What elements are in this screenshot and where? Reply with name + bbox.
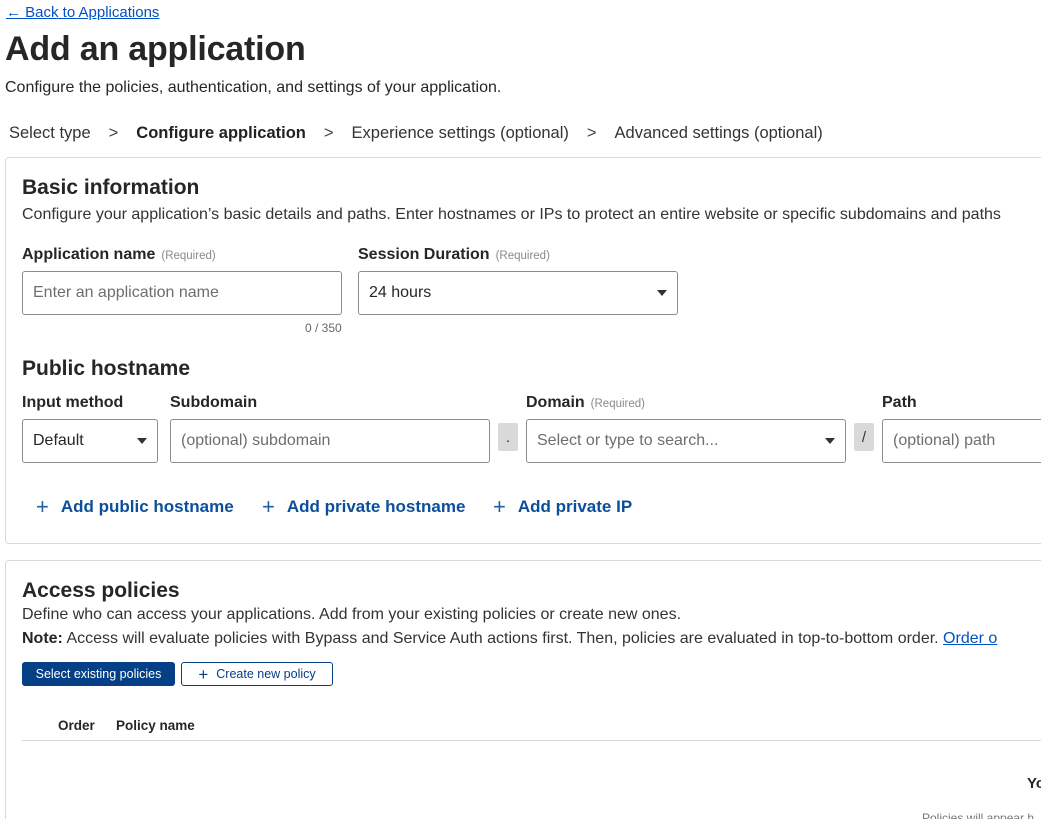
application-name-input[interactable] (22, 271, 342, 315)
required-tag: (Required) (590, 398, 645, 410)
add-public-hostname-button[interactable]: + Add public hostname (36, 496, 234, 518)
session-duration-label: Session Duration (Required) (358, 246, 550, 264)
page-title: Add an application (5, 30, 306, 68)
session-duration-value: 24 hours (369, 284, 432, 301)
page-subtitle: Configure the policies, authentication, … (5, 79, 502, 96)
step-separator: > (586, 124, 597, 142)
add-public-hostname-label: Add public hostname (60, 497, 234, 516)
add-private-hostname-label: Add private hostname (286, 497, 466, 516)
empty-state-subtitle: Policies will appear h (922, 811, 1035, 819)
note-label: Note: (22, 630, 63, 647)
step-separator: > (323, 124, 334, 142)
slash-separator: / (854, 423, 874, 451)
dot-separator: . (498, 423, 518, 451)
application-name-char-counter: 0 / 350 (305, 321, 342, 335)
access-policies-note: Note: Access will evaluate policies with… (22, 630, 997, 648)
input-method-label: Input method (22, 394, 124, 411)
table-header-divider (22, 740, 1041, 741)
required-tag: (Required) (161, 250, 216, 262)
basic-information-card: Basic information Configure your applica… (5, 157, 1041, 544)
access-policies-description: Define who can access your applications.… (22, 606, 682, 623)
note-text: Access will evaluate policies with Bypas… (62, 630, 944, 647)
add-private-hostname-button[interactable]: + Add private hostname (262, 496, 465, 518)
basic-information-description: Configure your application’s basic detai… (22, 206, 1001, 223)
plus-icon: + (493, 494, 506, 519)
input-method-select[interactable]: Default (22, 419, 158, 463)
domain-label-text: Domain (526, 394, 585, 411)
subdomain-label: Subdomain (170, 394, 258, 411)
order-link[interactable]: Order o (943, 630, 997, 647)
plus-icon: + (36, 494, 49, 519)
step-configure-application[interactable]: Configure application (136, 124, 306, 143)
back-to-applications-link[interactable]: ← Back to Applications (6, 4, 159, 21)
domain-label: Domain (Required) (526, 394, 645, 412)
step-advanced-settings[interactable]: Advanced settings (optional) (615, 124, 823, 143)
access-policies-title: Access policies (22, 579, 180, 602)
chevron-down-icon (657, 290, 667, 296)
add-private-ip-label: Add private IP (517, 497, 633, 516)
plus-icon: + (262, 494, 275, 519)
session-duration-select[interactable]: 24 hours (358, 271, 678, 315)
column-header-policy-name[interactable]: Policy name (116, 718, 195, 733)
column-header-order[interactable]: Order (58, 718, 95, 733)
basic-information-title: Basic information (22, 176, 200, 199)
create-new-policy-label: Create new policy (216, 667, 316, 681)
chevron-down-icon (825, 438, 835, 444)
required-tag: (Required) (495, 250, 550, 262)
application-name-label: Application name (Required) (22, 246, 216, 264)
empty-state-title: Yo (1027, 775, 1041, 792)
plus-icon: + (198, 664, 209, 684)
path-label: Path (882, 394, 917, 411)
domain-placeholder: Select or type to search... (537, 432, 719, 449)
step-separator: > (108, 124, 119, 142)
domain-select[interactable]: Select or type to search... (526, 419, 846, 463)
step-experience-settings[interactable]: Experience settings (optional) (352, 124, 569, 143)
wizard-stepper: Select type > Configure application > Ex… (9, 124, 823, 143)
path-input[interactable] (882, 419, 1041, 463)
create-new-policy-button[interactable]: + Create new policy (181, 662, 333, 686)
add-private-ip-button[interactable]: + Add private IP (493, 496, 632, 518)
step-select-type[interactable]: Select type (9, 124, 91, 143)
public-hostname-title: Public hostname (22, 357, 191, 380)
select-existing-policies-button[interactable]: Select existing policies (22, 662, 175, 686)
access-policies-card: Access policies Define who can access yo… (5, 560, 1041, 819)
chevron-down-icon (137, 438, 147, 444)
input-method-value: Default (33, 432, 84, 449)
subdomain-input[interactable] (170, 419, 490, 463)
session-duration-label-text: Session Duration (358, 246, 490, 263)
application-name-label-text: Application name (22, 246, 156, 263)
